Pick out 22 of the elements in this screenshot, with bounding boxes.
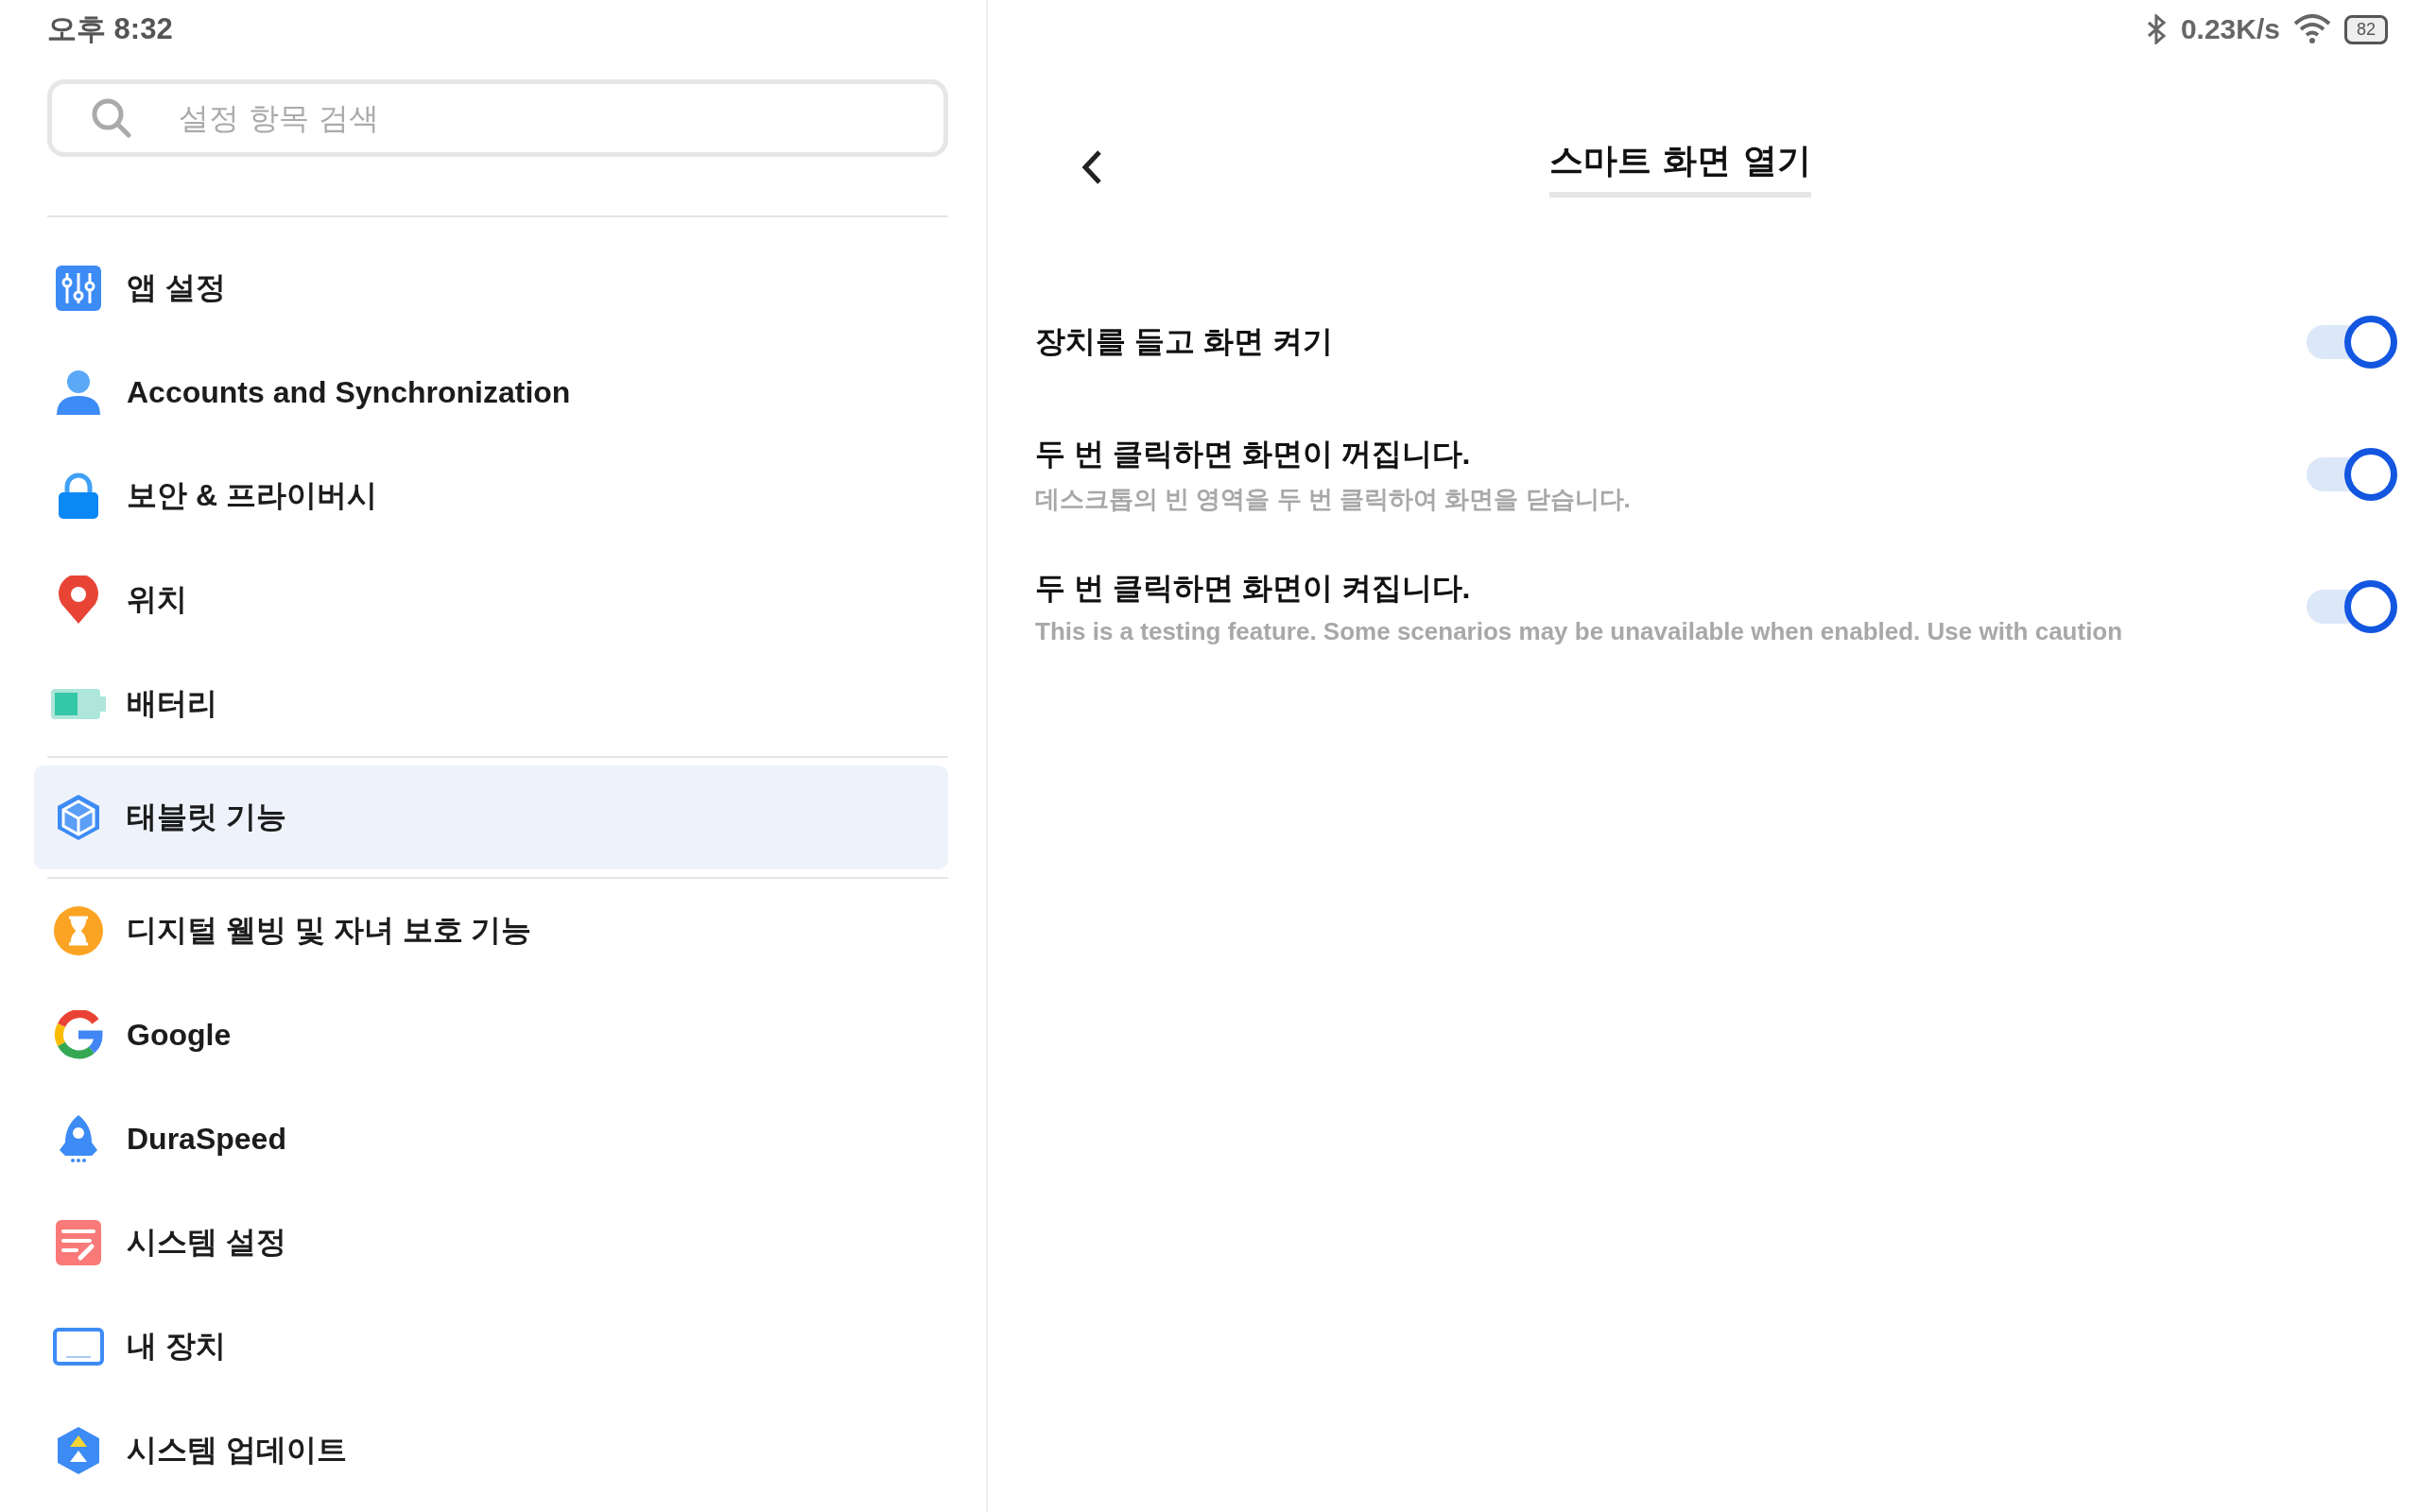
hourglass-icon xyxy=(54,906,103,955)
list-wrench-icon xyxy=(54,1218,103,1267)
chevron-left-icon xyxy=(1080,149,1103,185)
person-icon xyxy=(54,368,103,417)
page-title: 스마트 화면 열기 xyxy=(1548,137,1812,198)
setting-description: This is a testing feature. Some scenarios may be unavailable when enabled. Use with caution xyxy=(1035,616,2123,646)
setting-title: 두 번 클릭하면 화면이 꺼집니다. xyxy=(1035,435,1472,472)
bluetooth-icon xyxy=(2146,14,2168,44)
clock-time: 오후 8:32 xyxy=(47,11,173,47)
network-speed: 0.23K/s xyxy=(2180,13,2280,45)
setting-title: 두 번 클릭하면 화면이 켜집니다. xyxy=(1035,569,1472,607)
google-g-icon xyxy=(54,1010,103,1059)
setting-title: 장치를 들고 화면 켜기 xyxy=(1035,323,1333,360)
search-icon xyxy=(91,97,132,139)
sliders-icon xyxy=(54,264,103,313)
wifi-icon xyxy=(2292,14,2331,44)
setting-description: 데스크톱의 빈 영역을 두 번 클릭하여 화면을 닫습니다. xyxy=(1035,483,1631,515)
battery-indicator: 82 xyxy=(2343,14,2388,44)
search-field[interactable]: 설정 항목 검색 xyxy=(47,79,948,157)
tablet-icon xyxy=(53,1328,104,1366)
battery-icon xyxy=(51,689,106,719)
settings-menu-item[interactable]: 태블릿 기능 xyxy=(34,765,948,869)
